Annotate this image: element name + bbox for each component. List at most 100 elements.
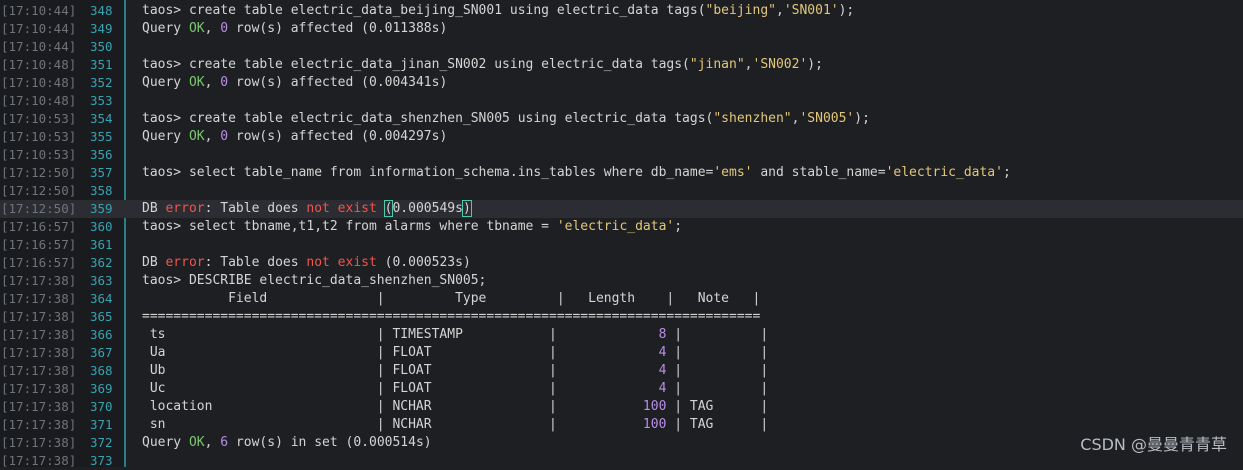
line-content: Query OK, 0 row(s) affected (0.004341s) [142,74,447,92]
sql-string-literal: 'SN001' [783,3,839,18]
line-content: ts | TIMESTAMP | 8 | | [142,326,768,344]
line-timestamp: [17:17:38] [1,273,77,288]
line-timestamp: [17:10:44] [1,21,77,36]
line-timestamp: [17:10:53] [1,147,77,162]
terminal-line: [17:17:38] 368 Ub | FLOAT | 4 | | [0,362,1243,380]
line-number: 362 [90,255,113,270]
line-number: 349 [90,21,113,36]
sql-text: ); [807,57,823,72]
field-length: 100 [564,399,667,414]
line-number: 351 [90,57,113,72]
elapsed-time: 0.000523s [392,255,463,270]
line-content: Ua | FLOAT | 4 | | [142,344,768,362]
text-segment: row(s) in set [228,435,346,450]
terminal-line: [17:17:38] 370 location | NCHAR | 100 | T… [0,398,1243,416]
line-number: 356 [90,147,113,162]
line-timestamp: [17:17:38] [1,327,77,342]
elapsed-time: 0.000514s [353,435,424,450]
line-timestamp: [17:17:38] [1,435,77,450]
sql-text: and stable_name= [752,165,886,180]
line-number: 373 [90,453,113,468]
field-length: 4 [564,363,667,378]
line-content: taos> create table electric_data_shenzhe… [142,110,870,128]
field-name: Uc | [142,381,393,396]
prompt: taos> [142,57,189,72]
line-number: 357 [90,165,113,180]
line-number: 361 [90,237,113,252]
prompt: taos> [142,273,189,288]
error-label: error [165,255,205,270]
terminal-line: [17:10:48] 352 Query OK, 0 row(s) affected… [0,74,1243,92]
terminal-line: [17:17:38] 369 Uc | FLOAT | 4 | | [0,380,1243,398]
line-timestamp: [17:10:44] [1,3,77,18]
line-timestamp: [17:17:38] [1,453,77,468]
terminal-line: [17:12:50] 358 [0,182,1243,200]
line-content: Query OK, 0 row(s) affected (0.004297s) [142,128,447,146]
terminal-window[interactable]: [17:10:44] 348 taos> create table electric… [0,0,1243,470]
text-segment: DB [142,201,166,216]
text-segment: ) [423,435,432,450]
sql-string-literal: "beijing" [705,3,776,18]
terminal-line: [17:10:53] 355 Query OK, 0 row(s) affected… [0,128,1243,146]
line-number: 354 [90,111,113,126]
line-content: ========================================… [142,308,760,326]
text-segment: ( [361,21,369,36]
line-number: 363 [90,273,113,288]
line-content: location | NCHAR | 100 | TAG | [142,398,768,416]
table-header: Field | Type | Length | Note | [142,291,761,306]
row-count: 0 [220,75,229,90]
terminal-line: [17:17:38] 373 [0,452,1243,470]
text-segment: ) [462,255,471,270]
query-label: Query [142,129,189,144]
field-type: FLOAT [392,381,549,396]
line-timestamp: [17:10:53] [1,129,77,144]
row-count: 0 [220,129,229,144]
field-note: | | [666,381,769,396]
line-timestamp: [17:10:48] [1,75,77,90]
text-segment: : Table does [204,255,307,270]
field-length: 8 [564,327,667,342]
field-type: NCHAR [392,399,549,414]
terminal-line: [17:12:50] 357 taos> select table_name fro… [0,164,1243,182]
sql-text: create table electric_data_beijing_SN001… [188,3,706,18]
text-segment: | [549,381,565,396]
terminal-line: [17:17:38] 372 Query OK, 6 row(s) in set (… [0,434,1243,452]
sql-text: create table electric_data_jinan_SN002 u… [188,57,690,72]
terminal-line: [17:10:53] 356 [0,146,1243,164]
sql-text: ); [838,3,855,18]
line-content: taos> DESCRIBE electric_data_shenzhen_SN… [142,272,486,290]
line-number: 364 [90,291,113,306]
prompt: taos> [142,111,189,126]
field-length: 4 [564,345,667,360]
text-segment [377,201,385,216]
terminal-line: [17:17:38] 366 ts | TIMESTAMP | 8 | | [0,326,1243,344]
error-message: not exist [306,255,377,270]
line-number: 370 [90,399,113,414]
watermark: CSDN @曼曼青青草 [1080,435,1227,454]
text-segment: DB [142,255,166,270]
terminal-line: [17:17:38] 363 taos> DESCRIBE electric_dat… [0,272,1243,290]
field-note: | | [666,327,769,342]
terminal-line: [17:17:38] 367 Ua | FLOAT | 4 | | [0,344,1243,362]
line-timestamp: [17:12:50] [1,165,77,180]
line-number: 360 [90,219,113,234]
text-segment [377,255,385,270]
query-label: Query [142,75,189,90]
line-content: Query OK, 6 row(s) in set (0.000514s) [142,434,432,452]
text-segment: row(s) affected [228,75,362,90]
field-name: sn | [142,417,393,432]
sql-string-literal: 'SN005' [799,111,855,126]
text-segment: , [204,129,221,144]
line-content: taos> create table electric_data_jinan_S… [142,56,823,74]
text-segment: ) [439,21,448,36]
line-timestamp: [17:10:48] [1,57,77,72]
sql-text: , [744,57,753,72]
sql-text: DESCRIBE electric_data_shenzhen_SN005; [188,273,487,288]
text-segment: , [204,21,221,36]
text-segment: , [204,435,221,450]
elapsed-time: 0.004341s [369,75,440,90]
line-timestamp: [17:12:50] [1,201,77,216]
terminal-line: [17:16:57] 360 taos> select tbname,t1,t2 f… [0,218,1243,236]
field-length: 100 [564,417,667,432]
terminal-line: [17:10:44] 349 Query OK, 0 row(s) affected… [0,20,1243,38]
